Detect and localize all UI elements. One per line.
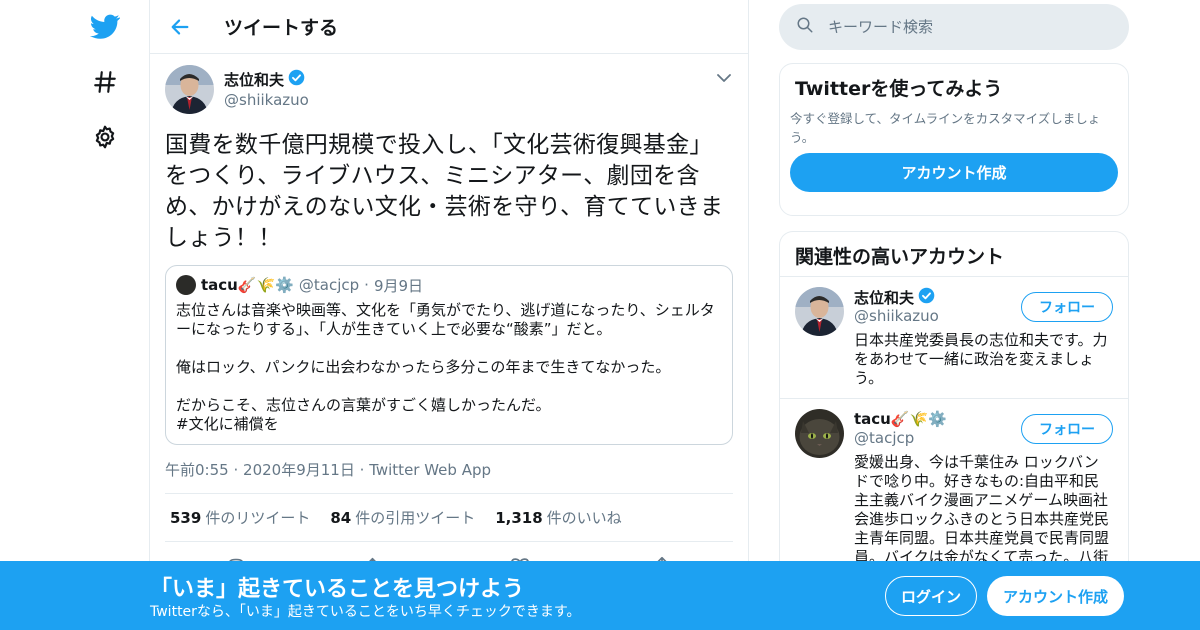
quoted-tweet[interactable]: tacu🎸🌾⚙️ @tacjcp · 9月9日 志位さんは音楽や映画等、文化を「… xyxy=(165,265,733,445)
tweet-timestamp: 午前0:55 · 2020年9月11日 · Twitter Web App xyxy=(165,459,733,479)
tweet-date[interactable]: 2020年9月11日 xyxy=(243,461,355,479)
retweet-count[interactable]: 539 件のリツイート xyxy=(170,507,310,528)
author-name: 志位和夫 xyxy=(224,71,285,89)
verified-badge-icon xyxy=(918,287,935,308)
create-account-button[interactable]: アカウント作成 xyxy=(790,153,1118,192)
tweet-time[interactable]: 午前0:55 xyxy=(165,461,229,479)
quote-date: 9月9日 xyxy=(373,276,424,295)
signup-card: Twitterを使ってみよう 今すぐ登録して、タイムラインをカスタマイズしましょ… xyxy=(779,63,1129,216)
quote-author-name: tacu🎸🌾⚙️ xyxy=(201,276,294,294)
author-handle: @shiikazuo xyxy=(224,91,309,109)
quote-line: だからこそ、志位さんの言葉がすごく嬉しかったんだ。 xyxy=(176,396,551,414)
tweet-text: 国費を数千億円規模で投入し、「文化芸術復興基金」をつくり、ライブハウス、ミニシア… xyxy=(165,132,724,251)
account-bio: 愛媛出身、今は千葉住み ロックバンドで唸り中。好きなもの:自由平和民主主義バイク… xyxy=(854,453,1110,566)
tweet-stats: 539 件のリツイート 84 件の引用ツイート 1,318 件のいいね xyxy=(165,493,733,542)
tweet-author[interactable]: 志位和夫 @shiikazuo xyxy=(165,64,733,114)
quote-body: 志位さんは音楽や映画等、文化を「勇気がでたり、逃げ道になったり、シェルターになっ… xyxy=(176,301,722,434)
quote-line xyxy=(176,377,722,396)
quote-line xyxy=(176,339,722,358)
hashtag-icon[interactable] xyxy=(88,65,122,99)
search-bar[interactable] xyxy=(779,4,1129,50)
tweet: 志位和夫 @shiikazuo 国費を数千億円規模で投入し、「文化芸術復興基金」… xyxy=(150,54,748,578)
banner-title: 「いま」起きていることを見つけよう xyxy=(150,577,525,602)
quote-author-handle: @tacjcp xyxy=(298,276,360,294)
quote-separator: · xyxy=(364,276,369,294)
avatar[interactable] xyxy=(795,409,844,458)
account-bio: 日本共産党委員長の志位和夫です。力をあわせて一緒に政治を変えましょう。 xyxy=(854,331,1108,387)
quote-line: 志位さんは音楽や映画等、文化を「勇気がでたり、逃げ道になったり、シェルターになっ… xyxy=(176,301,715,338)
banner-subtitle: Twitterなら、「いま」起きていることをいち早くチェックできます。 xyxy=(150,604,581,620)
quote-count[interactable]: 84 件の引用ツイート xyxy=(330,507,475,528)
login-button[interactable]: ログイン xyxy=(885,576,977,616)
search-icon xyxy=(796,16,814,38)
separator: · xyxy=(359,461,365,479)
arrow-left-icon[interactable] xyxy=(150,0,210,54)
gear-icon[interactable] xyxy=(88,120,122,154)
avatar[interactable] xyxy=(795,287,844,336)
quote-avatar xyxy=(176,275,196,295)
separator: · xyxy=(233,461,239,479)
left-nav xyxy=(80,0,130,630)
page-title: ツイートする xyxy=(224,17,339,39)
signup-banner: 「いま」起きていることを見つけよう Twitterなら、「いま」起きていることを… xyxy=(0,561,1200,630)
signup-card-subtitle: 今すぐ登録して、タイムラインをカスタマイズしましょう。 xyxy=(790,111,1101,145)
banner-create-account-button[interactable]: アカウント作成 xyxy=(987,576,1124,616)
avatar[interactable] xyxy=(165,64,214,114)
account-name: tacu🎸🌾⚙️ xyxy=(854,410,947,428)
follow-button[interactable]: フォロー xyxy=(1021,414,1113,444)
signup-card-title: Twitterを使ってみよう xyxy=(795,78,1003,100)
page-header: ツイートする xyxy=(150,0,748,54)
verified-badge-icon xyxy=(288,69,305,90)
main-column: ツイートする 志位和夫 @shiikazuo 国費を数千億円規模で投入し、「文化… xyxy=(149,0,749,630)
twitter-bird-icon[interactable] xyxy=(88,10,122,44)
quote-hashtag[interactable]: #文化に補償を xyxy=(176,415,722,434)
search-input[interactable] xyxy=(828,18,1108,36)
account-name: 志位和夫 xyxy=(854,288,915,307)
like-count[interactable]: 1,318 件のいいね xyxy=(495,507,621,528)
tweet-source[interactable]: Twitter Web App xyxy=(369,461,491,479)
related-account[interactable]: 志位和夫 @shiikazuo フォロー 日本共産党委員長の志位和夫です。力をあ… xyxy=(780,277,1128,399)
follow-button[interactable]: フォロー xyxy=(1021,292,1113,322)
related-accounts-title: 関連性の高いアカウント xyxy=(780,232,1128,277)
quote-line: 俺はロック、パンクに出会わなかったら多分この年まで生きてなかった。 xyxy=(176,358,671,376)
related-account[interactable]: tacu🎸🌾⚙️ @tacjcp フォロー 愛媛出身、今は千葉住み ロックバンド… xyxy=(780,399,1128,578)
chevron-down-icon[interactable] xyxy=(714,68,734,88)
